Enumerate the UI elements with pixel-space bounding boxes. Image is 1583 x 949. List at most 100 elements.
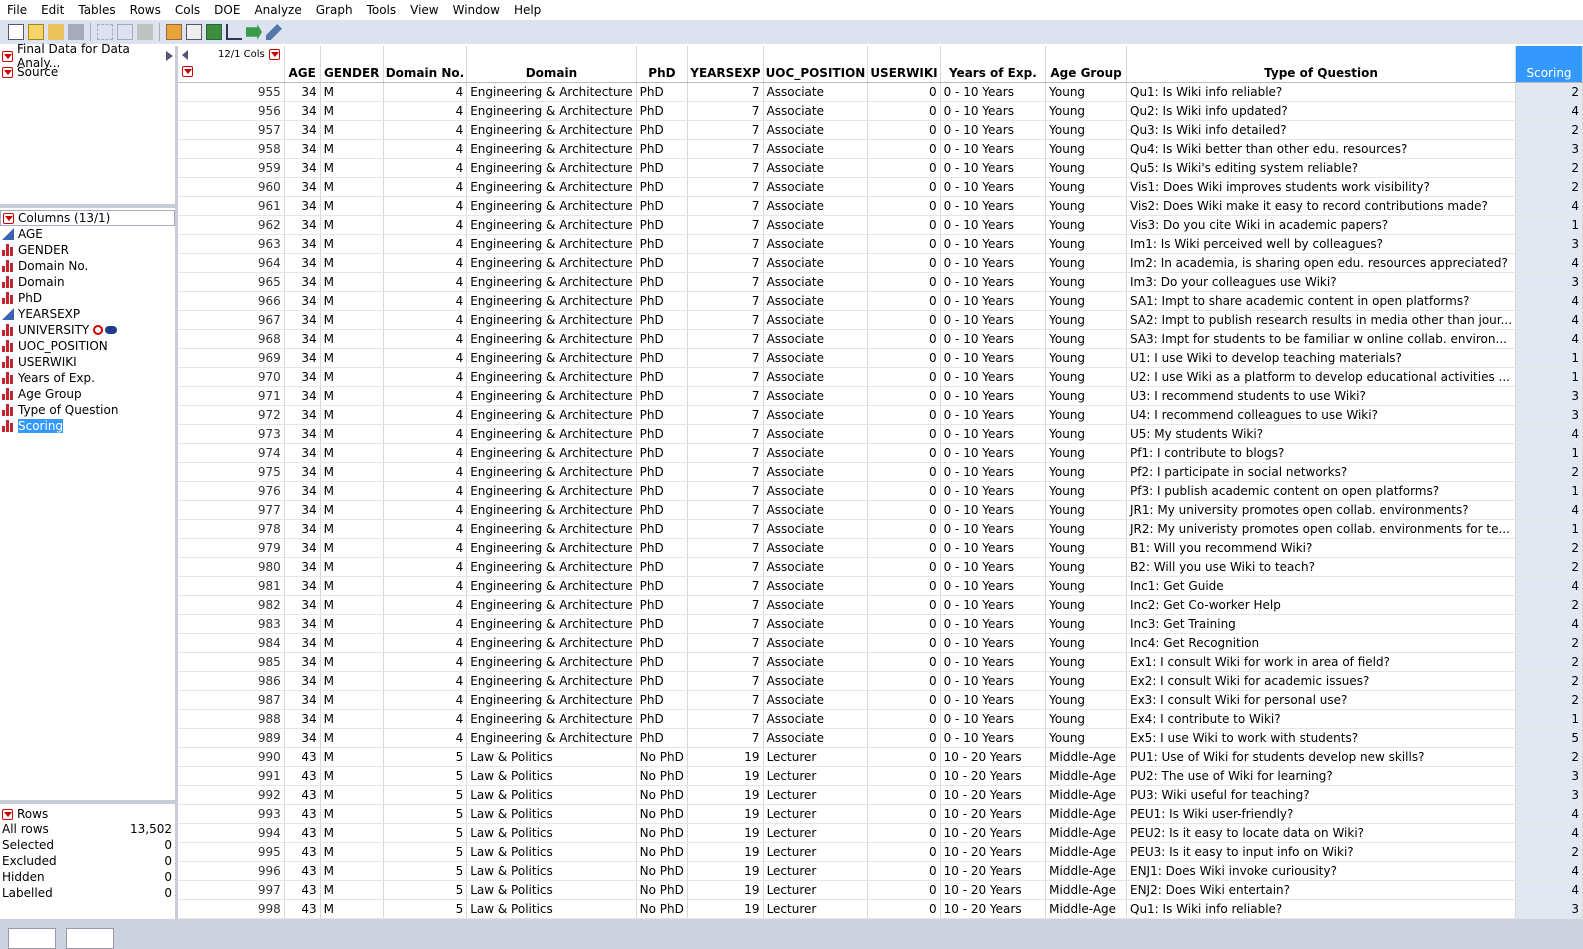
table-cell[interactable]: Engineering & Architecture bbox=[466, 557, 637, 577]
table-cell[interactable]: Ex2: I consult Wiki for academic issues? bbox=[1126, 671, 1517, 691]
table-cell[interactable]: 0 bbox=[867, 177, 941, 197]
table-cell[interactable]: 19 bbox=[687, 842, 764, 862]
table-cell[interactable]: Associate bbox=[763, 139, 869, 159]
table-cell[interactable]: Vis2: Does Wiki make it easy to record c… bbox=[1126, 196, 1517, 216]
table-cell[interactable]: 4 bbox=[1515, 310, 1583, 330]
table-cell[interactable]: 34 bbox=[284, 671, 321, 691]
table-cell[interactable]: Engineering & Architecture bbox=[466, 481, 637, 501]
row-number[interactable]: 972 bbox=[178, 405, 285, 425]
table-cell[interactable]: PEU3: Is it easy to input info on Wiki? bbox=[1126, 842, 1517, 862]
table-cell[interactable]: M bbox=[320, 823, 384, 843]
table-cell[interactable]: 4 bbox=[383, 139, 468, 159]
table-cell[interactable]: 10 - 20 Years bbox=[940, 823, 1047, 843]
table-cell[interactable]: 43 bbox=[284, 747, 321, 767]
table-cell[interactable]: 0 bbox=[867, 253, 941, 273]
column-header[interactable]: YEARSEXP bbox=[687, 46, 764, 83]
table-cell[interactable]: U1: I use Wiki to develop teaching mater… bbox=[1126, 348, 1517, 368]
table-row[interactable]: 995 43 M 5 Law & Politics No PhD 19 Lecturer 0 10… bbox=[178, 842, 1583, 862]
table-cell[interactable]: Associate bbox=[763, 652, 869, 672]
table-cell[interactable]: 0 - 10 Years bbox=[940, 82, 1047, 102]
table-cell[interactable]: 1 bbox=[1515, 519, 1583, 539]
table-row[interactable]: 982 34 M 4 Engineering & Architecture PhD 7 Ass… bbox=[178, 595, 1583, 615]
table-cell[interactable]: Associate bbox=[763, 101, 869, 121]
table-cell[interactable]: Engineering & Architecture bbox=[466, 158, 637, 178]
table-cell[interactable]: 34 bbox=[284, 443, 321, 463]
table-cell[interactable]: 0 - 10 Years bbox=[940, 386, 1047, 406]
table-cell[interactable]: Young bbox=[1045, 367, 1127, 387]
table-cell[interactable]: 7 bbox=[687, 728, 764, 748]
open-folder-icon[interactable] bbox=[48, 24, 64, 40]
table-cell[interactable]: 0 bbox=[867, 538, 941, 558]
table-row[interactable]: 972 34 M 4 Engineering & Architecture PhD 7 Ass… bbox=[178, 405, 1583, 425]
table-row[interactable]: 963 34 M 4 Engineering & Architecture PhD 7 Ass… bbox=[178, 234, 1583, 254]
table-cell[interactable]: 0 bbox=[867, 310, 941, 330]
red-triangle-menu-icon[interactable] bbox=[182, 66, 193, 77]
table-cell[interactable]: 4 bbox=[383, 367, 468, 387]
table-cell[interactable]: 7 bbox=[687, 690, 764, 710]
table-cell[interactable]: Young bbox=[1045, 234, 1127, 254]
save-icon[interactable] bbox=[68, 24, 84, 40]
table-cell[interactable]: 0 bbox=[867, 481, 941, 501]
table-cell[interactable]: 34 bbox=[284, 424, 321, 444]
table-cell[interactable]: 0 bbox=[867, 158, 941, 178]
table-cell[interactable]: 0 bbox=[867, 861, 941, 881]
table-cell[interactable]: Associate bbox=[763, 595, 869, 615]
table-cell[interactable]: Associate bbox=[763, 500, 869, 520]
table-cell[interactable]: Engineering & Architecture bbox=[466, 405, 637, 425]
table-cell[interactable]: 5 bbox=[1515, 728, 1583, 748]
table-cell[interactable]: Lecturer bbox=[763, 823, 869, 843]
row-number[interactable]: 960 bbox=[178, 177, 285, 197]
table-cell[interactable]: Engineering & Architecture bbox=[466, 576, 637, 596]
table-cell[interactable]: 4 bbox=[383, 234, 468, 254]
table-cell[interactable]: 4 bbox=[1515, 291, 1583, 311]
table-cell[interactable]: Law & Politics bbox=[466, 804, 637, 824]
table-cell[interactable]: SA2: Impt to publish research results in… bbox=[1126, 310, 1517, 330]
table-cell[interactable]: M bbox=[320, 500, 384, 520]
column-item[interactable]: Type of Question bbox=[0, 402, 175, 418]
column-item[interactable]: USERWIKI bbox=[0, 354, 175, 370]
table-cell[interactable]: Associate bbox=[763, 481, 869, 501]
table-cell[interactable]: SA1: Impt to share academic content in o… bbox=[1126, 291, 1517, 311]
table-cell[interactable]: Lecturer bbox=[763, 785, 869, 805]
table-cell[interactable]: Engineering & Architecture bbox=[466, 272, 637, 292]
table-cell[interactable]: Associate bbox=[763, 690, 869, 710]
table-cell[interactable]: M bbox=[320, 196, 384, 216]
table-cell[interactable]: Associate bbox=[763, 576, 869, 596]
table-row[interactable]: 991 43 M 5 Law & Politics No PhD 19 Lecturer 0 10… bbox=[178, 766, 1583, 786]
table-cell[interactable]: 34 bbox=[284, 595, 321, 615]
table-cell[interactable]: U2: I use Wiki as a platform to develop … bbox=[1126, 367, 1517, 387]
column-header[interactable]: GENDER bbox=[320, 46, 384, 83]
table-cell[interactable]: 0 - 10 Years bbox=[940, 671, 1047, 691]
table-cell[interactable]: Young bbox=[1045, 101, 1127, 121]
column-item[interactable]: PhD bbox=[0, 290, 175, 306]
table-cell[interactable]: Ex5: I use Wiki to work with students? bbox=[1126, 728, 1517, 748]
table-cell[interactable]: Young bbox=[1045, 120, 1127, 140]
table-cell[interactable]: Young bbox=[1045, 633, 1127, 653]
table-cell[interactable]: 0 bbox=[867, 215, 941, 235]
table-cell[interactable]: Associate bbox=[763, 709, 869, 729]
column-item[interactable]: Domain bbox=[0, 274, 175, 290]
table-cell[interactable]: Ex3: I consult Wiki for personal use? bbox=[1126, 690, 1517, 710]
table-cell[interactable]: Lecturer bbox=[763, 861, 869, 881]
table-cell[interactable]: 7 bbox=[687, 405, 764, 425]
table-cell[interactable]: 10 - 20 Years bbox=[940, 785, 1047, 805]
new-script-icon[interactable] bbox=[28, 24, 44, 40]
table-cell[interactable]: 7 bbox=[687, 367, 764, 387]
table-cell[interactable]: Young bbox=[1045, 709, 1127, 729]
table-cell[interactable]: 10 - 20 Years bbox=[940, 880, 1047, 900]
row-number[interactable]: 963 bbox=[178, 234, 285, 254]
table-cell[interactable]: 34 bbox=[284, 329, 321, 349]
window-thumbnail[interactable] bbox=[66, 928, 114, 949]
column-item[interactable]: GENDER bbox=[0, 242, 175, 258]
table-cell[interactable]: 34 bbox=[284, 310, 321, 330]
table-cell[interactable]: Qu3: Is Wiki info detailed? bbox=[1126, 120, 1517, 140]
table-cell[interactable]: PU3: Wiki useful for teaching? bbox=[1126, 785, 1517, 805]
window-tiles-icon[interactable] bbox=[206, 24, 222, 40]
table-cell[interactable]: M bbox=[320, 386, 384, 406]
table-cell[interactable]: ENJ1: Does Wiki invoke curiousity? bbox=[1126, 861, 1517, 881]
table-cell[interactable]: 7 bbox=[687, 481, 764, 501]
table-cell[interactable]: 7 bbox=[687, 386, 764, 406]
table-cell[interactable]: 0 bbox=[867, 348, 941, 368]
table-cell[interactable]: 7 bbox=[687, 557, 764, 577]
table-cell[interactable]: 0 bbox=[867, 386, 941, 406]
